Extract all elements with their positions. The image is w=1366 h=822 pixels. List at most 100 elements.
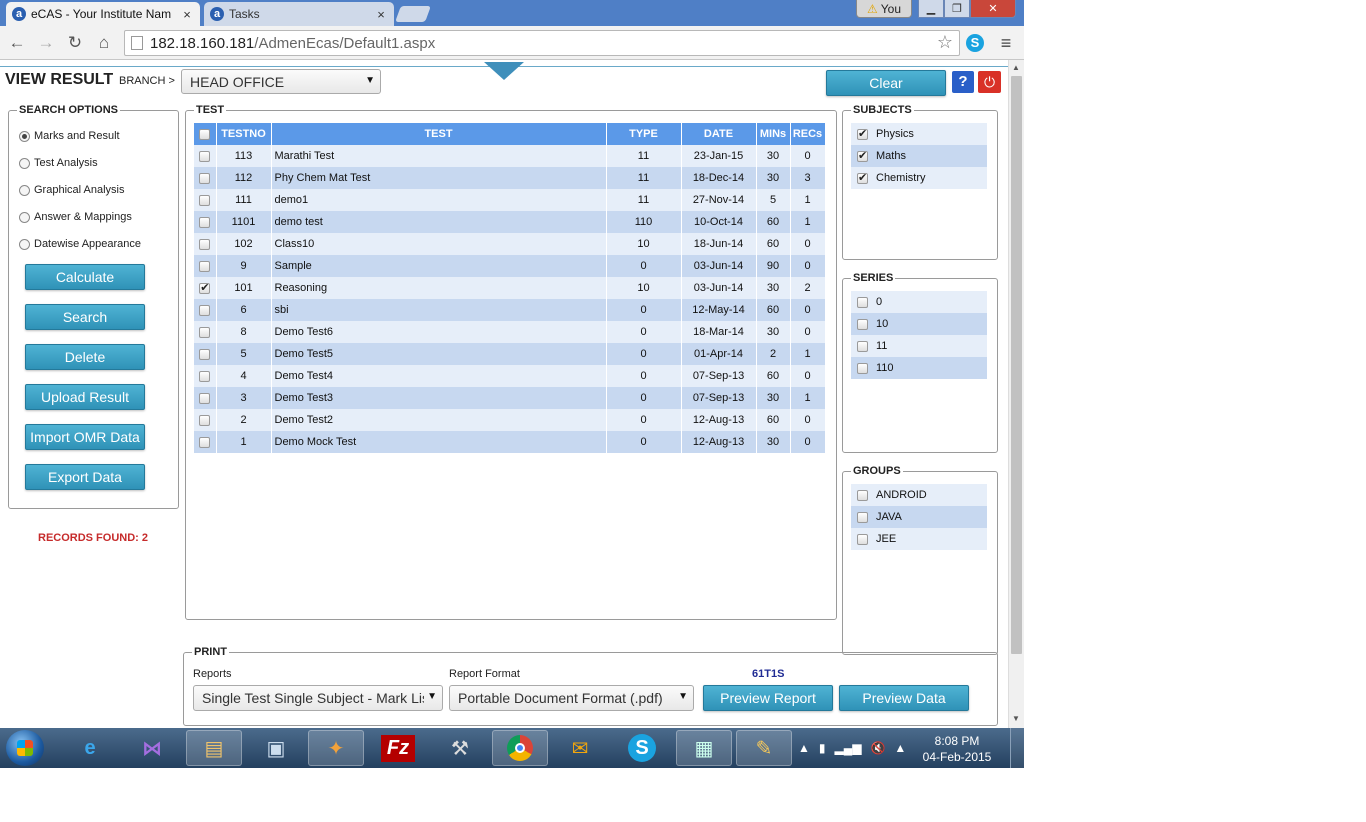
row-checkbox[interactable] xyxy=(199,194,211,206)
chrome-icon[interactable] xyxy=(492,730,548,766)
clear-button[interactable]: Clear xyxy=(826,70,946,96)
column-header-recs[interactable]: RECs xyxy=(790,123,826,145)
system-clock[interactable]: 8:08 PM 04-Feb-2015 xyxy=(918,733,996,765)
groups-item[interactable]: ANDROID xyxy=(851,484,987,506)
table-row[interactable]: 101Reasoning1003-Jun-14302 xyxy=(194,277,826,299)
tab-close-icon[interactable]: × xyxy=(180,7,194,22)
radio-button[interactable] xyxy=(19,157,30,169)
skype-extension-icon[interactable]: S xyxy=(966,34,984,52)
subjects-item[interactable]: Chemistry xyxy=(851,167,987,189)
branch-select[interactable]: HEAD OFFICE ▼ xyxy=(181,69,381,94)
series-checkbox[interactable] xyxy=(857,318,868,330)
filezilla-icon[interactable]: Fz xyxy=(370,730,426,766)
row-checkbox[interactable] xyxy=(199,436,211,448)
row-checkbox[interactable] xyxy=(199,392,211,404)
show-hidden-icons-icon[interactable]: ▲ xyxy=(798,741,810,755)
table-row[interactable]: 3 Demo Test3 0 07-Sep-13 30 1 xyxy=(194,387,826,409)
column-header-mins[interactable]: MINs xyxy=(756,123,791,145)
subjects-item[interactable]: Maths xyxy=(851,145,987,167)
skype-icon[interactable]: S xyxy=(614,730,670,766)
subjects-checkbox[interactable] xyxy=(857,149,868,162)
select-all-checkbox[interactable] xyxy=(199,128,211,140)
paint-icon[interactable]: ✎ xyxy=(736,730,792,766)
table-row[interactable]: 1101 demo test 110 10-Oct-14 60 1 xyxy=(194,211,826,233)
series-checkbox[interactable] xyxy=(857,296,868,308)
search-option-radio[interactable]: Answer & Mappings xyxy=(19,209,132,225)
address-bar[interactable]: 182.18.160.181/AdmenEcas/Default1.aspx ☆ xyxy=(124,30,960,56)
visual-studio-icon[interactable]: ⋈ xyxy=(124,730,180,766)
groups-checkbox[interactable] xyxy=(857,511,868,523)
row-checkbox[interactable] xyxy=(199,326,211,338)
table-row[interactable]: 5 Demo Test5 0 01-Apr-14 2 1 xyxy=(194,343,826,365)
row-checkbox[interactable] xyxy=(199,238,211,250)
row-checkbox[interactable] xyxy=(199,304,211,316)
network-signal-icon[interactable]: ▂▄▆ xyxy=(835,741,862,755)
groups-checkbox[interactable] xyxy=(857,489,868,501)
row-checkbox[interactable] xyxy=(199,150,211,162)
office-tools-icon[interactable]: ✦ xyxy=(308,730,364,766)
column-header-date[interactable]: DATE xyxy=(681,123,757,145)
back-icon[interactable]: ← xyxy=(6,32,28,54)
row-checkbox[interactable] xyxy=(199,348,211,360)
delete-button[interactable]: Delete xyxy=(25,344,145,370)
tab-tasks[interactable]: a Tasks × xyxy=(204,2,394,26)
control-panel-icon[interactable]: ▦ xyxy=(676,730,732,766)
series-item[interactable]: 11 xyxy=(851,335,987,357)
table-row[interactable]: 9 Sample 0 03-Jun-14 90 0 xyxy=(194,255,826,277)
device-icon[interactable]: ▮ xyxy=(819,741,826,755)
report-format-select[interactable]: Portable Document Format (.pdf) ▼ xyxy=(449,685,694,711)
scrollbar-thumb[interactable] xyxy=(1011,76,1022,654)
show-desktop-button[interactable] xyxy=(1010,728,1024,768)
series-item[interactable]: 110 xyxy=(851,357,987,379)
user-profile-badge[interactable]: ⚠ You xyxy=(856,0,912,18)
table-row[interactable]: 8 Demo Test6 0 18-Mar-14 30 0 xyxy=(194,321,826,343)
minimize-icon[interactable]: ▁ xyxy=(918,0,944,18)
preview-report-button[interactable]: Preview Report xyxy=(703,685,833,711)
subjects-item[interactable]: Physics xyxy=(851,123,987,145)
table-row[interactable]: 2 Demo Test2 0 12-Aug-13 60 0 xyxy=(194,409,826,431)
import-omr-data-button[interactable]: Import OMR Data xyxy=(25,424,145,450)
search-option-radio[interactable]: Graphical Analysis xyxy=(19,182,125,198)
windows-start-icon[interactable] xyxy=(6,730,44,766)
internet-explorer-icon[interactable]: e xyxy=(62,730,118,766)
help-icon[interactable]: ? xyxy=(952,71,974,93)
file-explorer-icon[interactable]: ▤ xyxy=(186,730,242,766)
scroll-down-icon[interactable]: ▼ xyxy=(1012,714,1020,723)
new-tab-button[interactable] xyxy=(395,6,431,22)
subjects-checkbox[interactable] xyxy=(857,171,868,184)
bookmark-star-icon[interactable]: ☆ xyxy=(937,32,953,53)
radio-button[interactable] xyxy=(19,211,30,223)
search-button[interactable]: Search xyxy=(25,304,145,330)
search-option-radio[interactable]: Test Analysis xyxy=(19,155,98,171)
search-option-radio[interactable]: Marks and Result xyxy=(19,128,120,144)
preview-data-button[interactable]: Preview Data xyxy=(839,685,969,711)
collapse-arrow-icon[interactable] xyxy=(484,62,524,80)
subjects-checkbox[interactable] xyxy=(857,127,868,140)
column-header-type[interactable]: TYPE xyxy=(606,123,682,145)
row-checkbox[interactable] xyxy=(199,281,211,294)
table-row[interactable]: 6 sbi 0 12-May-14 60 0 xyxy=(194,299,826,321)
table-row[interactable]: 113 Marathi Test 11 23-Jan-15 30 0 xyxy=(194,145,826,167)
radio-button[interactable] xyxy=(19,184,30,196)
radio-button[interactable] xyxy=(19,238,30,250)
reports-select[interactable]: Single Test Single Subject - Mark List ▼ xyxy=(193,685,443,711)
groups-item[interactable]: JEE xyxy=(851,528,987,550)
table-row[interactable]: 112 Phy Chem Mat Test 11 18-Dec-14 30 3 xyxy=(194,167,826,189)
groups-checkbox[interactable] xyxy=(857,533,868,545)
table-row[interactable]: 1 Demo Mock Test 0 12-Aug-13 30 0 xyxy=(194,431,826,453)
radio-button[interactable] xyxy=(19,130,30,142)
outlook-icon[interactable]: ✉ xyxy=(552,730,608,766)
table-row[interactable]: 111 demo1 11 27-Nov-14 5 1 xyxy=(194,189,826,211)
table-row[interactable]: 102 Class10 10 18-Jun-14 60 0 xyxy=(194,233,826,255)
column-header-testno[interactable]: TESTNO xyxy=(216,123,272,145)
restore-icon[interactable]: ❐ xyxy=(944,0,970,18)
row-checkbox[interactable] xyxy=(199,260,211,272)
series-item[interactable]: 0 xyxy=(851,291,987,313)
scroll-up-icon[interactable]: ▲ xyxy=(1012,63,1020,72)
row-checkbox[interactable] xyxy=(199,414,211,426)
calculate-button[interactable]: Calculate xyxy=(25,264,145,290)
browser-menu-icon[interactable]: ≡ xyxy=(996,33,1016,53)
row-checkbox[interactable] xyxy=(199,216,211,228)
groups-item[interactable]: JAVA xyxy=(851,506,987,528)
upload-result-button[interactable]: Upload Result xyxy=(25,384,145,410)
